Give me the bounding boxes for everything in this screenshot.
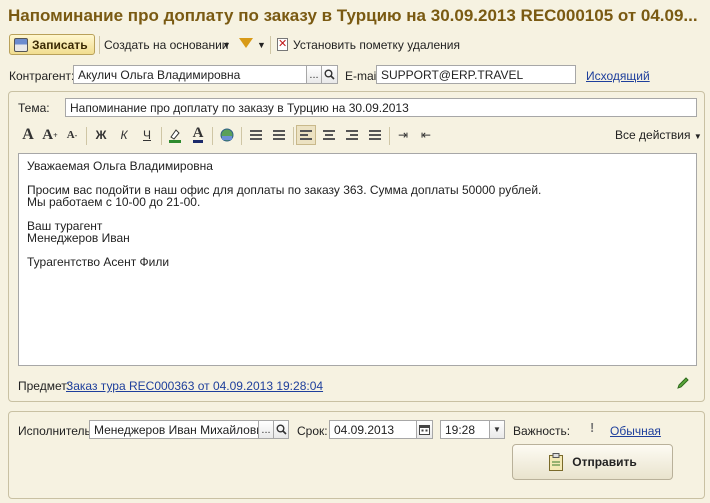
select-button[interactable]: ... bbox=[306, 65, 322, 84]
all-actions-button[interactable]: Все действия ▼ bbox=[615, 128, 702, 142]
select-button[interactable]: ... bbox=[258, 420, 274, 439]
bullet-list-icon[interactable] bbox=[246, 125, 266, 145]
chevron-down-icon[interactable]: ▼ bbox=[257, 40, 266, 50]
deadline-label: Срок: bbox=[297, 424, 328, 438]
search-icon[interactable] bbox=[321, 65, 338, 84]
toolbar-divider bbox=[212, 127, 213, 145]
create-based-on-button[interactable]: Создать на основании bbox=[104, 38, 229, 52]
indent-decrease-icon[interactable]: ⇤ bbox=[416, 125, 436, 145]
filter-icon[interactable] bbox=[239, 38, 253, 48]
email-field[interactable]: SUPPORT@ERP.TRAVEL bbox=[376, 65, 576, 84]
counterparty-field[interactable]: Акулич Ольга Владимировна bbox=[73, 65, 307, 84]
formatting-toolbar: A A + A- Ж К Ч A ⇥ ⇤ Все действия ▼ bbox=[18, 125, 702, 147]
increase-font-icon[interactable]: A + bbox=[40, 125, 60, 145]
decrease-font-icon[interactable]: A- bbox=[62, 125, 82, 145]
numbered-list-icon[interactable] bbox=[269, 125, 289, 145]
align-justify-icon[interactable] bbox=[365, 125, 385, 145]
toolbar-divider bbox=[270, 36, 271, 54]
align-center-icon[interactable] bbox=[319, 125, 339, 145]
deadline-time-field[interactable]: 19:28 bbox=[440, 420, 490, 439]
subject-label: Тема: bbox=[18, 101, 50, 115]
counterparty-label: Контрагент: bbox=[9, 69, 75, 83]
direction-link[interactable]: Исходящий bbox=[586, 69, 650, 83]
align-left-icon[interactable] bbox=[296, 125, 316, 145]
indent-increase-icon[interactable]: ⇥ bbox=[393, 125, 413, 145]
executor-label: Исполнитель: bbox=[18, 424, 95, 438]
all-actions-label: Все действия bbox=[615, 128, 691, 142]
chevron-down-icon: ▼ bbox=[693, 132, 702, 141]
floppy-disk-icon bbox=[14, 37, 28, 52]
search-icon[interactable] bbox=[273, 420, 289, 439]
exclamation-icon: ! bbox=[590, 420, 595, 435]
edit-pencil-icon[interactable] bbox=[676, 376, 690, 390]
subject-item-label: Предмет: bbox=[18, 379, 71, 393]
italic-icon[interactable]: К bbox=[114, 125, 134, 145]
importance-link[interactable]: Обычная bbox=[610, 424, 661, 438]
text-color-icon[interactable]: A bbox=[188, 125, 208, 145]
mark-deletion-button[interactable]: Установить пометку удаления bbox=[293, 38, 460, 52]
body-line: Уважаемая Ольга Владимировна bbox=[27, 159, 213, 173]
window-title: Напоминание про доплату по заказу в Турц… bbox=[8, 6, 698, 25]
align-right-icon[interactable] bbox=[342, 125, 362, 145]
send-button-label: Отправить bbox=[572, 455, 637, 469]
subject-field[interactable]: Напоминание про доплату по заказу в Турц… bbox=[65, 98, 697, 117]
bold-icon[interactable]: Ж bbox=[91, 125, 111, 145]
insert-picture-icon[interactable] bbox=[217, 125, 237, 145]
body-line bbox=[27, 208, 688, 220]
save-button-label: Записать bbox=[32, 37, 88, 52]
message-body-editor[interactable]: Уважаемая Ольга Владимировна Просим вас … bbox=[18, 153, 697, 366]
calendar-icon[interactable] bbox=[416, 420, 433, 439]
toolbar-divider bbox=[99, 36, 100, 54]
chevron-down-icon[interactable]: ▼ bbox=[222, 40, 231, 50]
toolbar-divider bbox=[293, 127, 294, 145]
body-line: Турагентство Асент Фили bbox=[27, 255, 170, 269]
body-line: Менеджеров Иван bbox=[27, 231, 130, 245]
toolbar-divider bbox=[86, 127, 87, 145]
clipboard-icon bbox=[549, 453, 564, 471]
chevron-down-icon[interactable]: ▼ bbox=[489, 420, 505, 439]
highlight-color-icon[interactable] bbox=[165, 125, 185, 145]
toolbar-divider bbox=[241, 127, 242, 145]
deadline-date-field[interactable]: 04.09.2013 bbox=[329, 420, 417, 439]
save-button[interactable]: Записать bbox=[9, 34, 95, 55]
command-bar: Записать Создать на основании ▼ ▼ ✕ Уста… bbox=[0, 33, 710, 57]
importance-label: Важность: bbox=[513, 424, 571, 438]
subject-item-link[interactable]: Заказ тура REC000363 от 04.09.2013 19:28… bbox=[66, 379, 323, 393]
send-button[interactable]: Отправить bbox=[512, 444, 673, 480]
body-line: Мы работаем с 10-00 до 21-00. bbox=[27, 195, 201, 209]
font-letter-icon[interactable]: A bbox=[18, 125, 38, 145]
toolbar-divider bbox=[389, 127, 390, 145]
delete-mark-icon[interactable]: ✕ bbox=[277, 38, 288, 51]
toolbar-divider bbox=[161, 127, 162, 145]
underline-icon[interactable]: Ч bbox=[137, 125, 157, 145]
executor-field[interactable]: Менеджеров Иван Михайлович bbox=[89, 420, 259, 439]
